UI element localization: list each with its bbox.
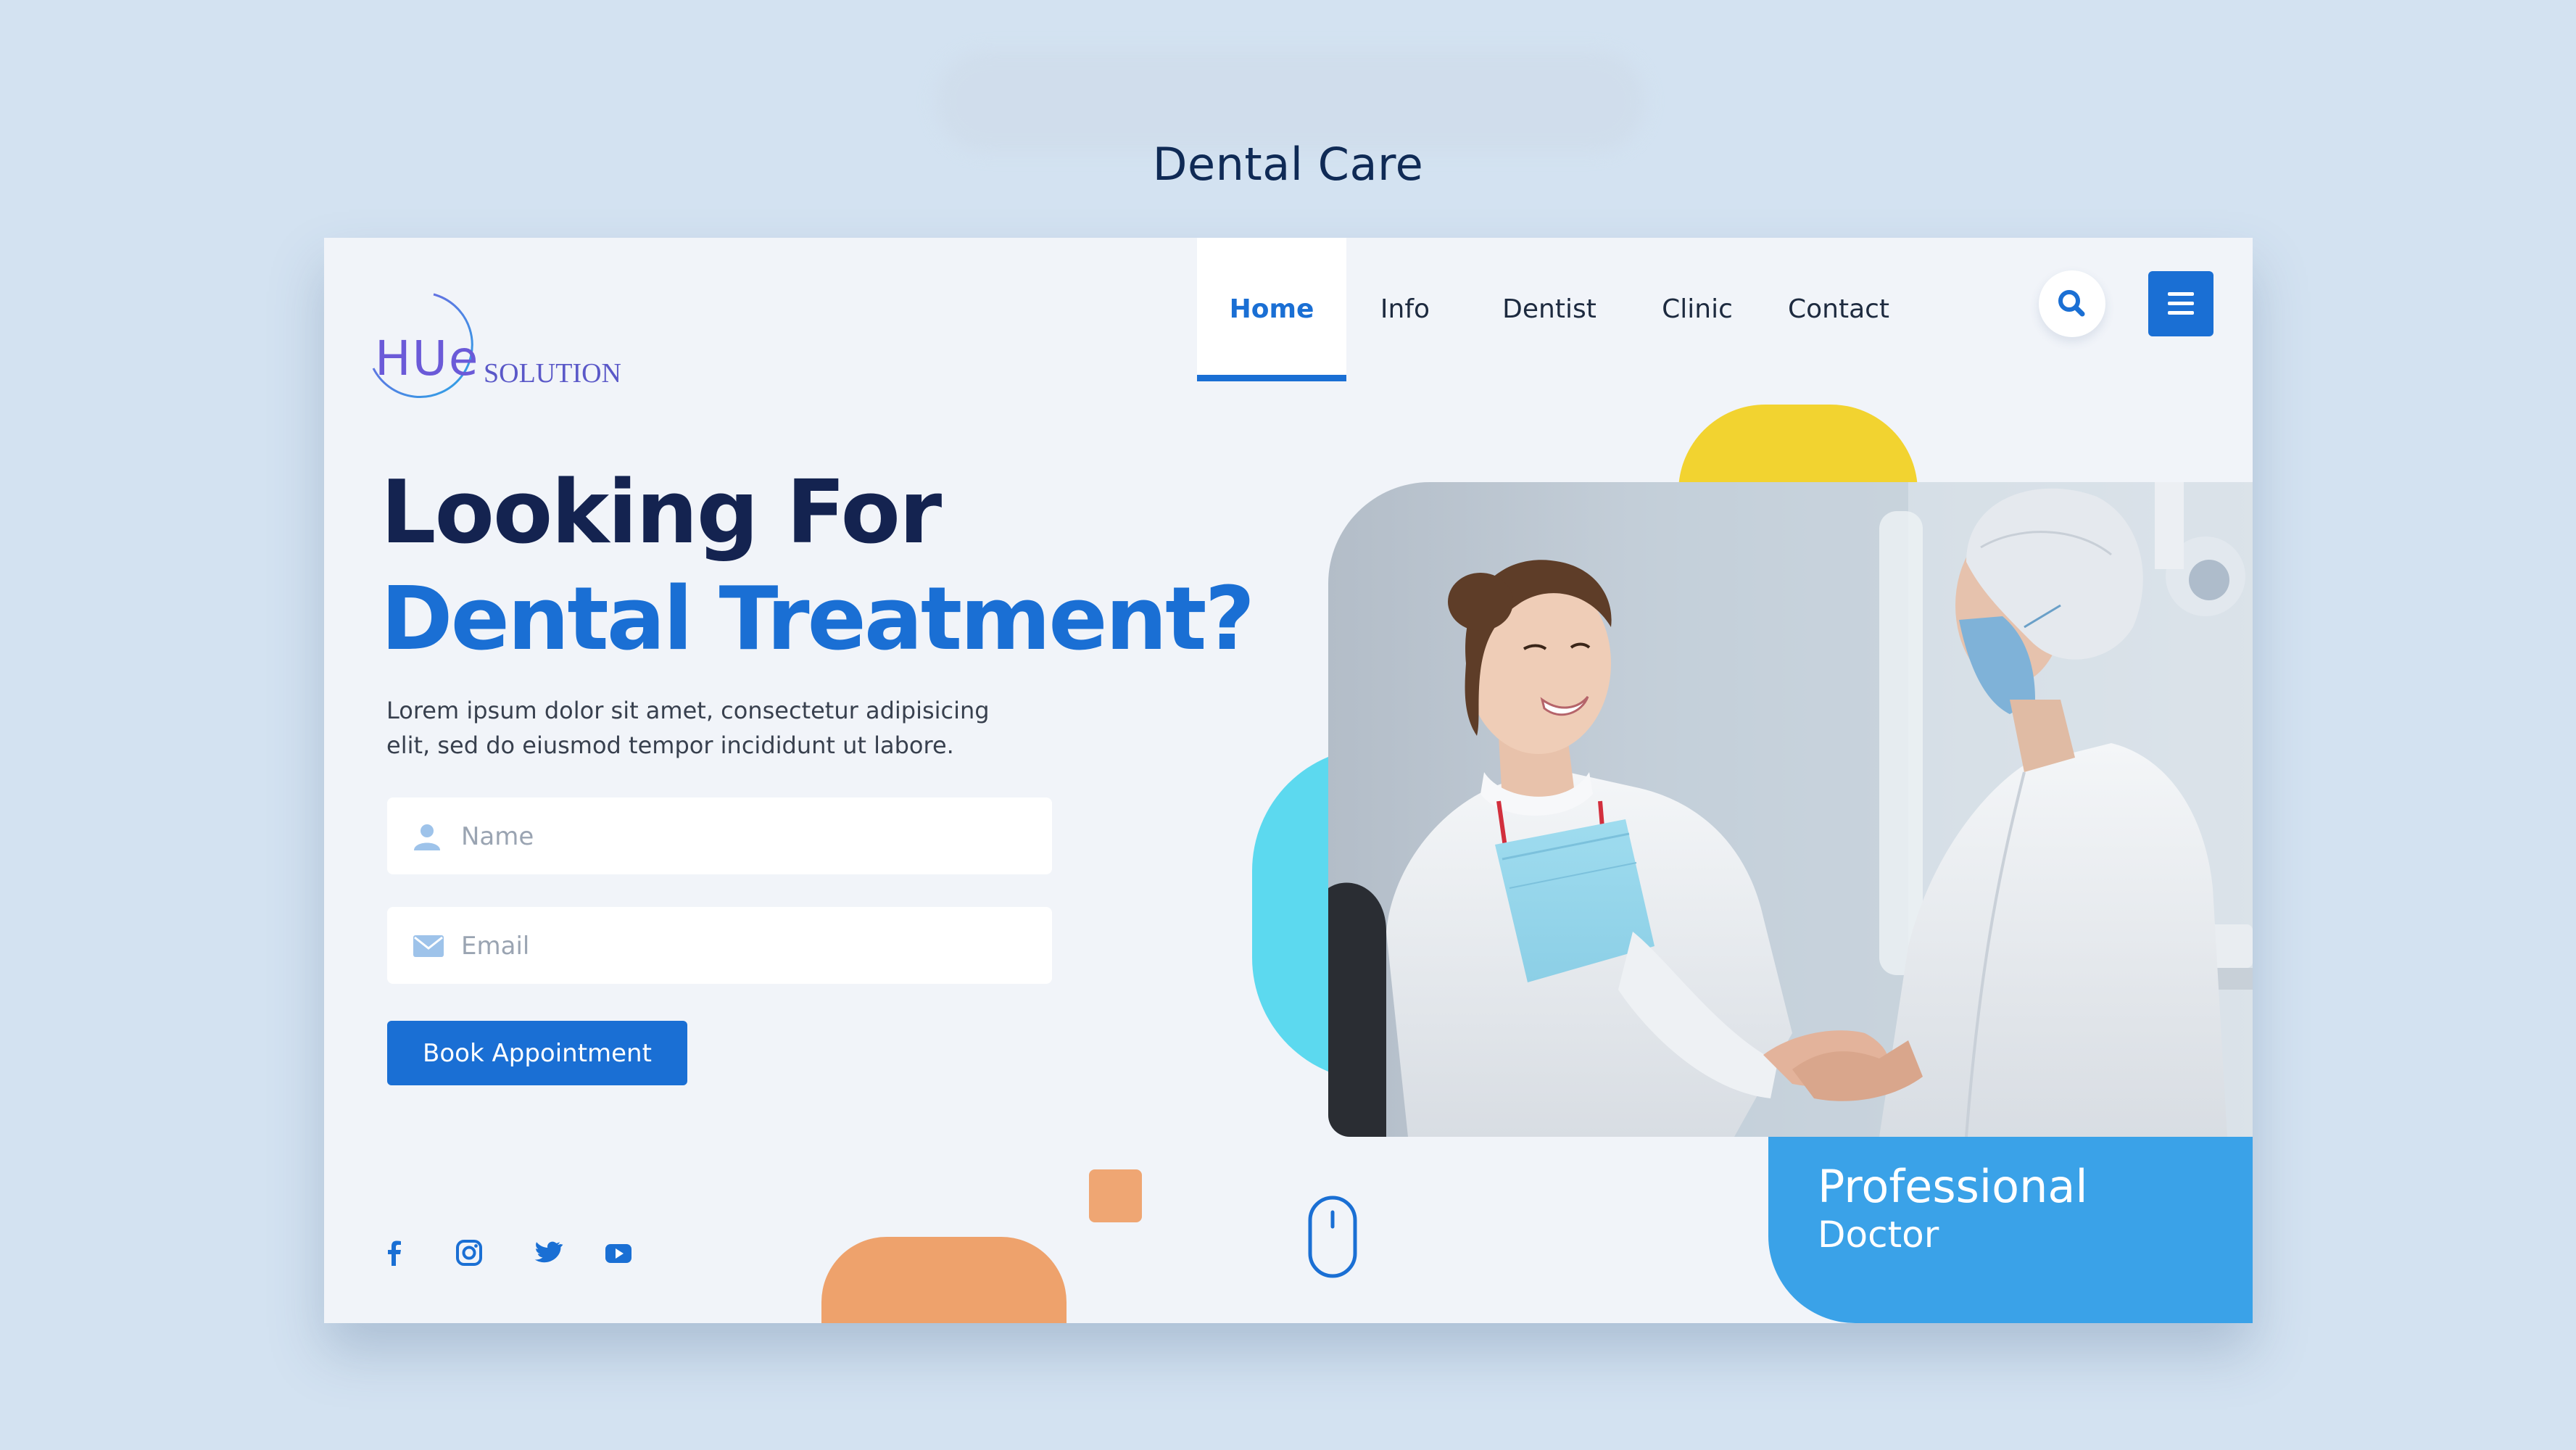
professional-doctor-badge: Professional Doctor bbox=[1768, 1137, 2253, 1323]
nav-item-clinic[interactable]: Clinic bbox=[1639, 238, 1755, 376]
orange-arch-decor bbox=[821, 1237, 1067, 1323]
orange-square-decor bbox=[1089, 1169, 1142, 1222]
name-field bbox=[387, 798, 1052, 876]
logo-text: SOLUTION bbox=[484, 358, 621, 389]
search-button[interactable] bbox=[2039, 270, 2105, 337]
name-input[interactable] bbox=[460, 798, 1028, 876]
landing-page-card: HUe SOLUTION Home Info Dentist Clinic Co… bbox=[324, 238, 2253, 1323]
hero-title-line-2: Dental Treatment? bbox=[381, 569, 1255, 670]
menu-button[interactable] bbox=[2148, 271, 2213, 336]
blurred-header-decoration bbox=[935, 51, 1646, 152]
badge-subtitle: Doctor bbox=[1818, 1214, 1939, 1256]
facebook-icon[interactable] bbox=[378, 1237, 410, 1269]
email-input[interactable] bbox=[460, 907, 1028, 985]
hamburger-menu-icon bbox=[2168, 292, 2194, 296]
badge-title: Professional bbox=[1818, 1160, 2088, 1213]
nav-item-contact[interactable]: Contact bbox=[1770, 238, 1908, 376]
hero-photo bbox=[1328, 482, 2253, 1137]
book-appointment-button[interactable]: Book Appointment bbox=[387, 1021, 687, 1085]
page-heading: Dental Care bbox=[1152, 138, 1424, 191]
twitter-icon[interactable] bbox=[531, 1237, 563, 1269]
search-icon bbox=[2058, 290, 2085, 317]
logo[interactable]: HUe SOLUTION bbox=[365, 281, 626, 405]
scroll-mouse-icon[interactable] bbox=[1307, 1195, 1358, 1279]
user-icon bbox=[414, 824, 440, 850]
youtube-icon[interactable] bbox=[602, 1237, 634, 1269]
hamburger-line bbox=[2168, 302, 2194, 305]
nav-item-info[interactable]: Info bbox=[1358, 238, 1452, 376]
hero-description: Lorem ipsum dolor sit amet, consectetur … bbox=[386, 697, 990, 759]
dentist-patient-handshake-image bbox=[1328, 482, 2253, 1137]
hero-title-line-1: Looking For bbox=[381, 463, 942, 563]
email-field bbox=[387, 907, 1052, 985]
nav-item-home[interactable]: Home bbox=[1197, 238, 1346, 381]
nav-item-dentist[interactable]: Dentist bbox=[1477, 238, 1622, 376]
instagram-icon[interactable] bbox=[453, 1237, 485, 1269]
logo-mark: HUe bbox=[375, 331, 480, 386]
envelope-icon bbox=[413, 935, 444, 957]
hamburger-line bbox=[2168, 311, 2194, 315]
